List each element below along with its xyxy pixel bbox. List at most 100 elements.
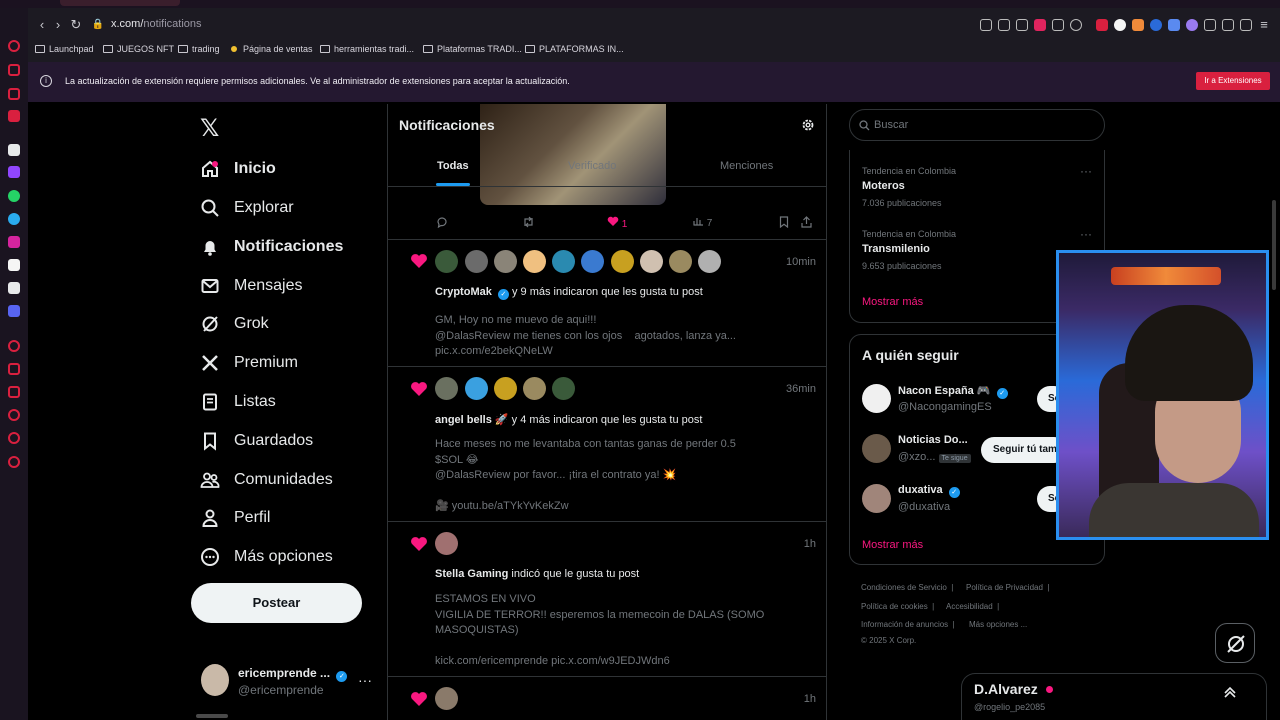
tab-verificado[interactable]: Verificado: [568, 160, 616, 172]
download-icon[interactable]: [1240, 19, 1252, 31]
sidebar-app-icon[interactable]: [8, 88, 20, 100]
reply-icon[interactable]: [436, 216, 448, 231]
x-logo-icon[interactable]: 𝕏: [200, 114, 219, 143]
extension-icon[interactable]: [1096, 19, 1108, 31]
avatar[interactable]: [523, 250, 546, 273]
go-to-extensions-button[interactable]: Ir a Extensiones: [1196, 72, 1270, 90]
footer-link[interactable]: Política de cookies |: [861, 602, 936, 611]
account-name[interactable]: Noticias Do...: [898, 434, 968, 446]
snapshot-icon[interactable]: [1016, 19, 1028, 31]
nav-item-comunidades[interactable]: Comunidades: [200, 465, 333, 495]
tab-todas[interactable]: Todas: [437, 160, 469, 172]
tab-menciones[interactable]: Menciones: [720, 160, 773, 172]
list-item[interactable]: 10min CryptoMak ✓ y 9 más indicaron que …: [388, 240, 826, 367]
repost-icon[interactable]: [522, 216, 535, 231]
share-icon[interactable]: [801, 216, 812, 231]
sidebar-app-icon[interactable]: [8, 110, 20, 122]
scrollbar[interactable]: [196, 714, 228, 718]
messages-drawer[interactable]: D.Alvarez @rogelio_pe2085: [961, 673, 1267, 720]
nav-item-inicio[interactable]: Inicio: [200, 154, 276, 184]
bookmark-item[interactable]: trading: [178, 44, 220, 54]
nav-item-mensajes[interactable]: Mensajes: [200, 271, 302, 301]
settings-icon[interactable]: [8, 456, 20, 468]
sidebar-app-icon[interactable]: [8, 340, 20, 352]
avatar[interactable]: [862, 434, 891, 463]
tiktok-icon[interactable]: [8, 259, 20, 271]
avatar[interactable]: [640, 250, 663, 273]
extension-icon[interactable]: [1168, 19, 1180, 31]
more-horizontal-icon[interactable]: ···: [358, 672, 372, 688]
trend-name[interactable]: Transmilenio: [862, 243, 930, 255]
reload-icon[interactable]: ↻: [68, 17, 84, 33]
account-name[interactable]: ericemprende ... ✓: [238, 666, 348, 682]
list-item[interactable]: 1h Stella Gaming indicó que le gusta tu …: [388, 522, 826, 677]
avatar[interactable]: [862, 384, 891, 413]
telegram-icon[interactable]: [8, 213, 20, 225]
nav-item-explorar[interactable]: Explorar: [200, 193, 294, 223]
history-icon[interactable]: [8, 409, 20, 421]
footer-link[interactable]: Política de Privacidad |: [966, 583, 1049, 592]
avatar[interactable]: [862, 484, 891, 513]
nav-item-perfil[interactable]: Perfil: [200, 503, 270, 533]
nav-item-listas[interactable]: Listas: [200, 387, 276, 417]
avatar[interactable]: [435, 377, 458, 400]
post-button[interactable]: Postear: [191, 583, 362, 623]
bookmark-item[interactable]: PLATAFORMAS IN...: [525, 44, 624, 54]
show-more-link[interactable]: Mostrar más: [862, 296, 923, 308]
list-item[interactable]: 1h: [388, 677, 826, 720]
metamask-icon[interactable]: [1132, 19, 1144, 31]
bookmark-item[interactable]: Plataformas TRADI...: [423, 44, 522, 54]
url-field[interactable]: x.com/notifications: [111, 18, 202, 30]
bookmark-icon[interactable]: [779, 216, 789, 231]
trend-name[interactable]: Moteros: [862, 180, 905, 192]
nav-item-guardados[interactable]: Guardados: [200, 426, 313, 456]
avatar[interactable]: [581, 250, 604, 273]
avatar[interactable]: [494, 250, 517, 273]
sidebar-app-icon[interactable]: [8, 64, 20, 76]
heart-outline-icon[interactable]: [1070, 19, 1082, 31]
more-horizontal-icon[interactable]: ···: [1080, 164, 1092, 178]
more-horizontal-icon[interactable]: ···: [1080, 227, 1092, 241]
nav-item-premium[interactable]: Premium: [200, 348, 298, 378]
grok-float-button[interactable]: [1215, 623, 1255, 663]
bookmark-item[interactable]: Página de ventas: [231, 44, 313, 54]
avatar[interactable]: [669, 250, 692, 273]
nav-item-grok[interactable]: Grok: [200, 309, 269, 339]
instagram-icon[interactable]: [8, 236, 20, 248]
scrollbar[interactable]: [1272, 200, 1276, 290]
footer-link[interactable]: Información de anuncios |: [861, 620, 957, 629]
discord-icon[interactable]: [8, 305, 20, 317]
footer-link[interactable]: Accesibilidad |: [946, 602, 999, 611]
sidebar-app-icon[interactable]: [8, 432, 20, 444]
avatar[interactable]: [465, 377, 488, 400]
like-button[interactable]: 1: [607, 216, 627, 230]
bookmark-item[interactable]: herramientas tradi...: [320, 44, 414, 54]
extension-icon[interactable]: [1114, 19, 1126, 31]
extension-icon[interactable]: [1150, 19, 1162, 31]
back-icon[interactable]: ‹: [34, 17, 50, 33]
views-button[interactable]: 7: [693, 216, 712, 229]
follow-button[interactable]: Seguir tú tam: [981, 437, 1067, 463]
avatar[interactable]: [201, 664, 229, 696]
footer-link[interactable]: Más opciones ...: [969, 620, 1027, 629]
avatar[interactable]: [552, 250, 575, 273]
whatsapp-icon[interactable]: [8, 190, 20, 202]
sidebar-app-icon[interactable]: [8, 363, 20, 375]
avatar[interactable]: [435, 687, 458, 710]
avatar[interactable]: [611, 250, 634, 273]
browser-tab[interactable]: [60, 0, 180, 6]
sidebar-app-icon[interactable]: [8, 40, 20, 52]
sidebar-app-icon[interactable]: [8, 144, 20, 156]
avatar[interactable]: [465, 250, 488, 273]
list-item[interactable]: 36min angel bells 🚀 y 4 más indicaron qu…: [388, 367, 826, 522]
bookmark-item[interactable]: Launchpad: [35, 44, 94, 54]
avatar[interactable]: [698, 250, 721, 273]
shield-icon[interactable]: [1034, 19, 1046, 31]
avatar[interactable]: [523, 377, 546, 400]
zoom-icon[interactable]: [980, 19, 992, 31]
x-icon[interactable]: [8, 282, 20, 294]
forward-icon[interactable]: ›: [50, 17, 66, 33]
sidebar-app-icon[interactable]: [8, 386, 20, 398]
menu-icon[interactable]: ≡: [1256, 17, 1272, 33]
account-name[interactable]: Nacon España 🎮 ✓: [898, 384, 1008, 399]
